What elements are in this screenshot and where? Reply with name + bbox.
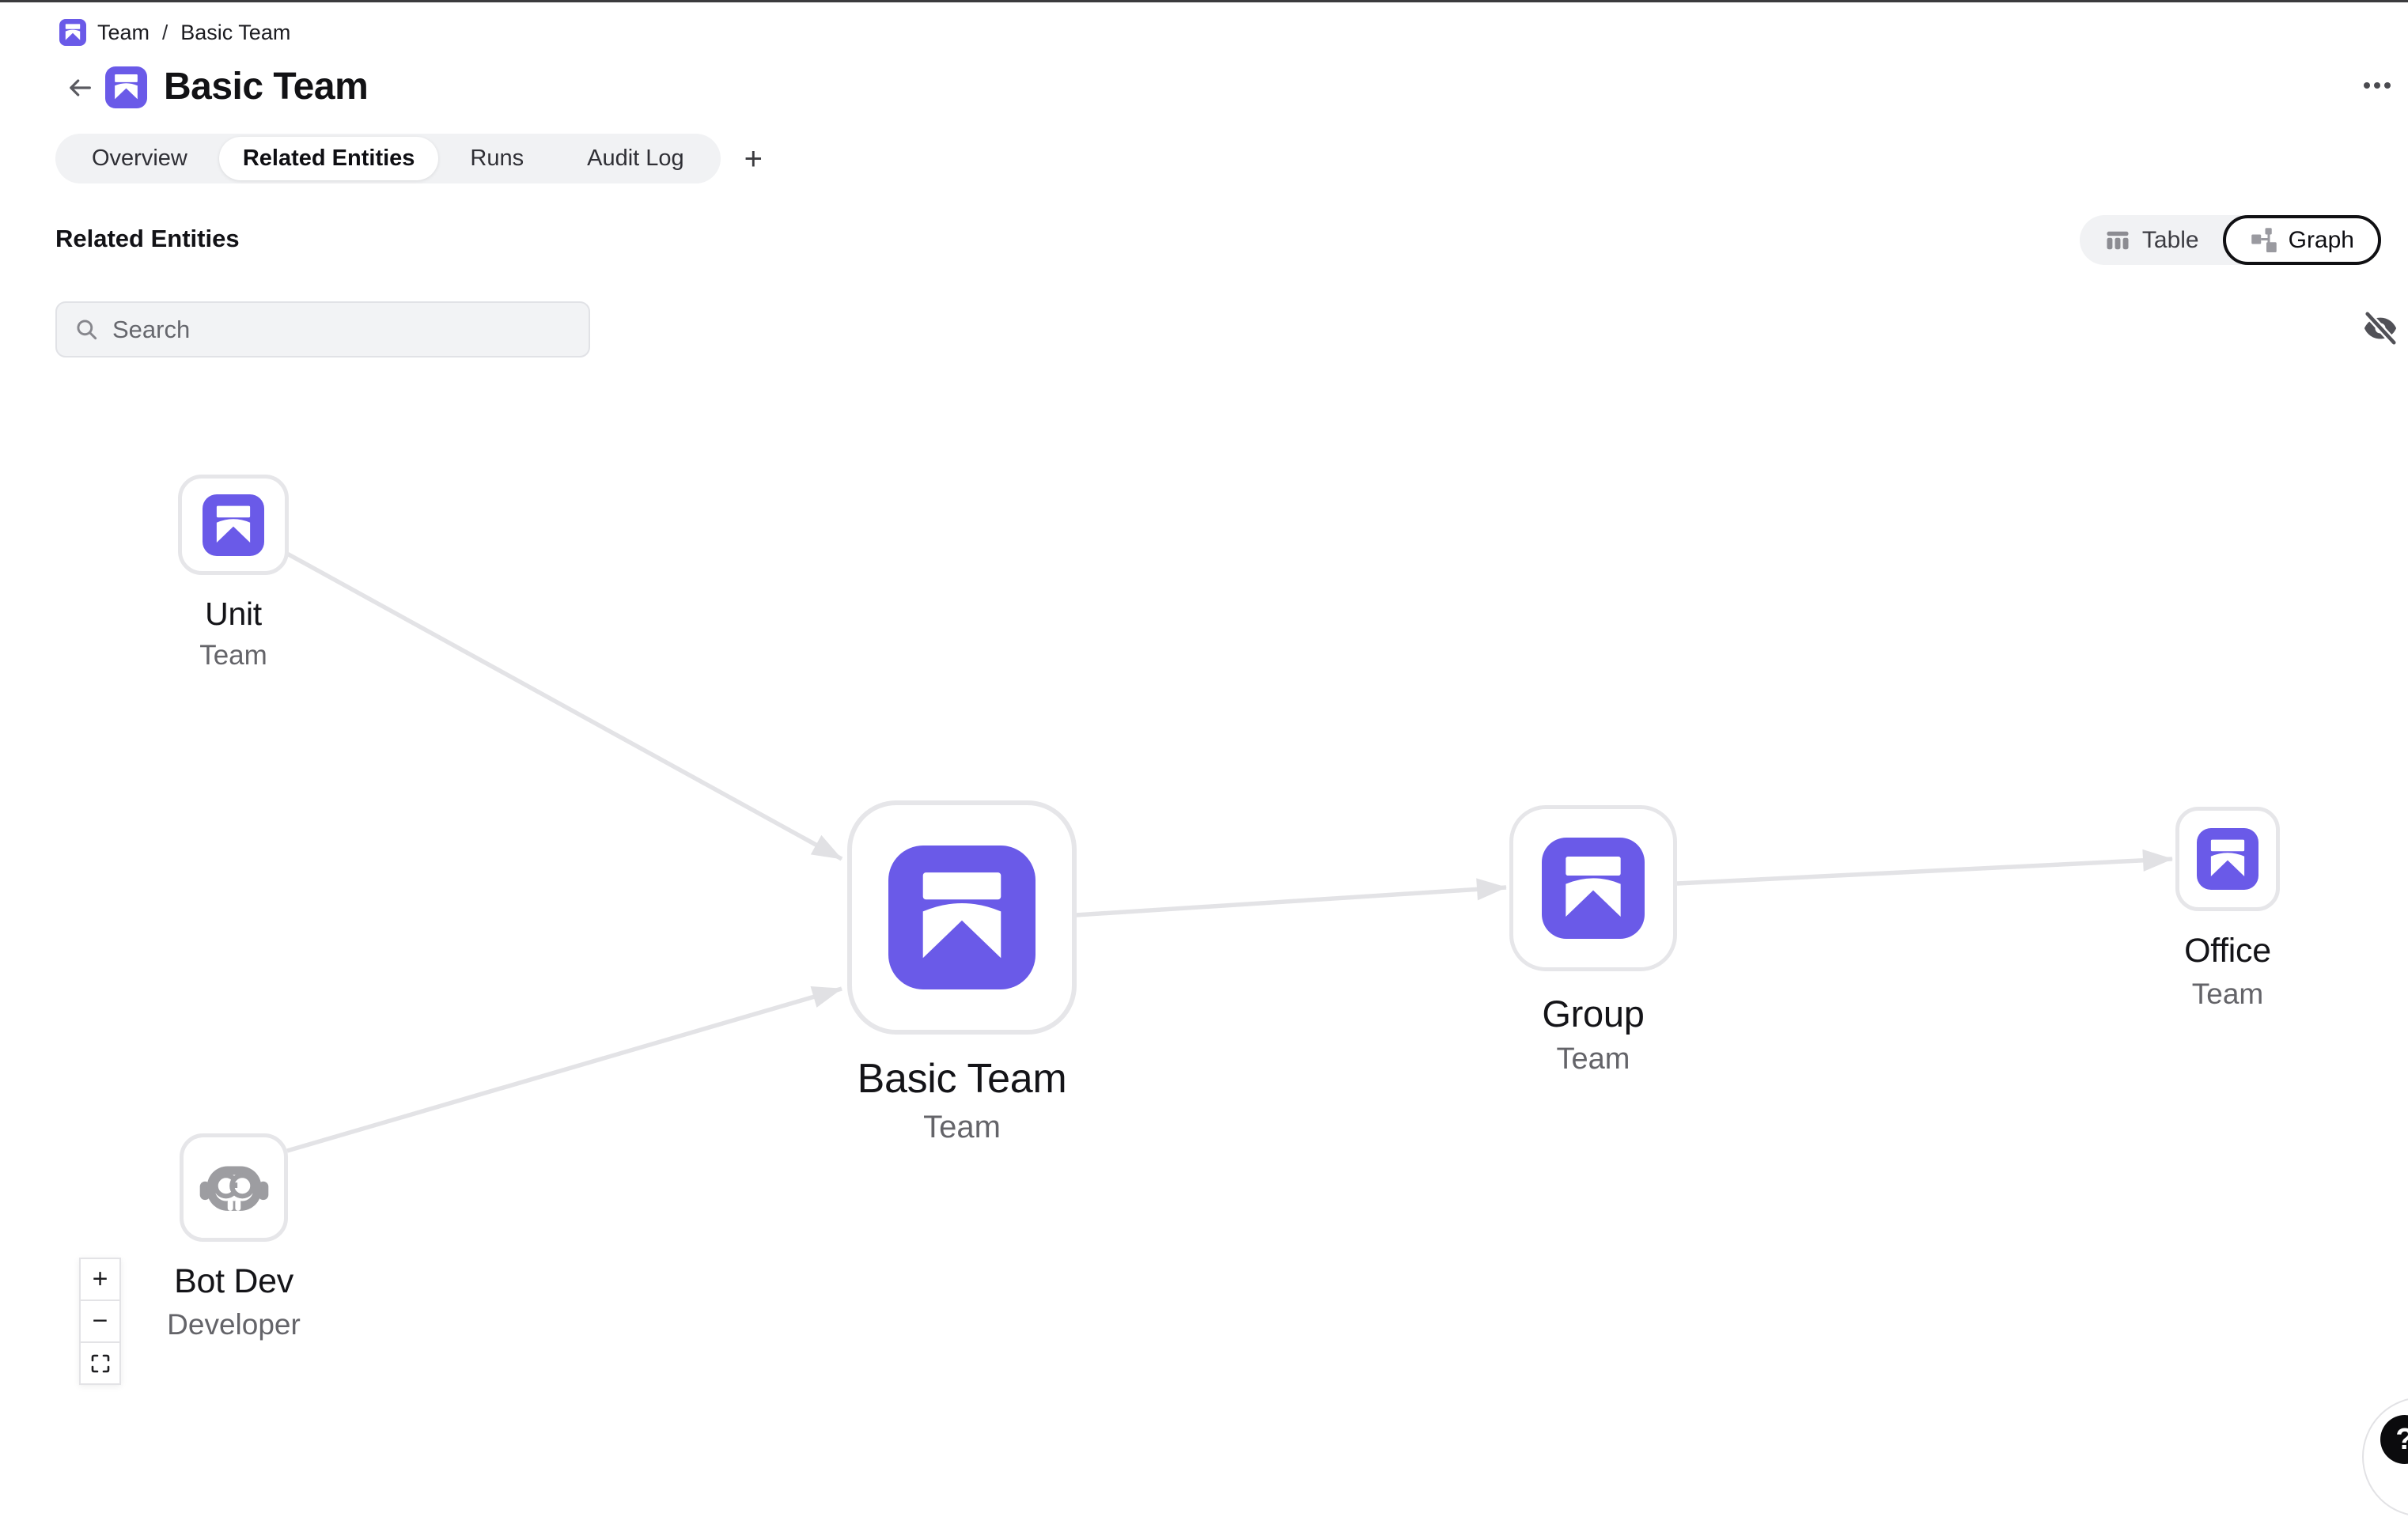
tab-overview[interactable]: Overview bbox=[60, 134, 219, 183]
team-logo-icon bbox=[2197, 828, 2258, 890]
node-title: Unit bbox=[205, 596, 262, 633]
zoom-in-button[interactable]: + bbox=[79, 1258, 121, 1301]
node-subtitle: Team bbox=[923, 1110, 1001, 1145]
graph-node-office[interactable]: Office Team bbox=[2175, 807, 2280, 1011]
graph-node-basic-team[interactable]: Basic Team Team bbox=[847, 800, 1077, 1145]
tab-runs[interactable]: Runs bbox=[438, 134, 555, 183]
team-logo-icon bbox=[203, 494, 264, 556]
search-box bbox=[55, 301, 590, 357]
robot-icon bbox=[199, 1153, 269, 1223]
node-subtitle: Team bbox=[1557, 1042, 1630, 1076]
node-title: Office bbox=[2184, 932, 2271, 970]
table-view-button[interactable]: Table bbox=[2080, 215, 2223, 265]
edge-botdev-basic bbox=[287, 989, 842, 1151]
back-button[interactable] bbox=[63, 71, 97, 104]
window-edge-strip bbox=[0, 0, 2408, 2]
team-logo-icon bbox=[59, 19, 86, 46]
graph-node-bot-dev[interactable]: Bot Dev Developer bbox=[180, 1133, 288, 1341]
search-icon bbox=[74, 317, 100, 342]
entity-logo-icon bbox=[105, 66, 147, 108]
add-tab-button[interactable]: + bbox=[744, 143, 763, 175]
tab-bar: Overview Related Entities Runs Audit Log… bbox=[55, 134, 763, 183]
edge-group-office bbox=[1677, 859, 2172, 883]
node-title: Basic Team bbox=[858, 1055, 1067, 1103]
breadcrumb: Team / Basic Team bbox=[59, 19, 290, 46]
hide-labels-eye-off-icon[interactable] bbox=[2362, 310, 2399, 346]
team-logo-icon bbox=[888, 846, 1036, 989]
node-title: Group bbox=[1542, 992, 1644, 1035]
fit-view-icon bbox=[90, 1353, 111, 1374]
zoom-out-button[interactable]: − bbox=[79, 1299, 121, 1343]
team-logo-icon bbox=[1542, 838, 1645, 939]
page-title: Basic Team bbox=[164, 65, 368, 108]
node-subtitle: Team bbox=[2192, 978, 2263, 1011]
more-options-button[interactable] bbox=[2364, 82, 2391, 89]
arrow-left-icon bbox=[66, 74, 94, 102]
table-icon bbox=[2103, 226, 2132, 255]
edge-unit-basic bbox=[287, 554, 842, 859]
breadcrumb-current[interactable]: Basic Team bbox=[180, 21, 290, 45]
node-subtitle: Team bbox=[199, 640, 267, 671]
section-heading: Related Entities bbox=[55, 225, 240, 253]
graph-icon bbox=[2250, 226, 2278, 255]
tab-audit-log[interactable]: Audit Log bbox=[555, 134, 716, 183]
search-input[interactable] bbox=[112, 316, 571, 344]
breadcrumb-root[interactable]: Team bbox=[97, 21, 150, 45]
graph-edges bbox=[0, 0, 2408, 1438]
fit-view-button[interactable] bbox=[79, 1341, 121, 1385]
graph-node-unit[interactable]: Unit Team bbox=[178, 475, 289, 671]
node-title: Bot Dev bbox=[174, 1262, 293, 1301]
edge-basic-group bbox=[1076, 887, 1506, 915]
tab-related-entities[interactable]: Related Entities bbox=[219, 137, 439, 180]
breadcrumb-separator: / bbox=[162, 21, 168, 45]
view-toggle: Table Graph bbox=[2080, 215, 2381, 265]
graph-view-button[interactable]: Graph bbox=[2223, 215, 2381, 265]
graph-node-group[interactable]: Group Team bbox=[1509, 805, 1677, 1076]
node-subtitle: Developer bbox=[167, 1308, 301, 1341]
graph-zoom-controls: + − bbox=[79, 1258, 121, 1385]
